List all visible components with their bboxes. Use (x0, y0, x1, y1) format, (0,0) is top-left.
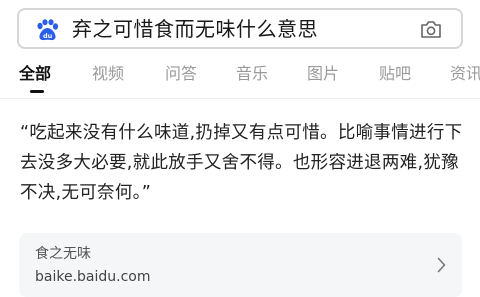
search-input[interactable]: 弃之可惜食而无味什么意思 (72, 17, 318, 41)
tab-video[interactable]: 视频 (92, 64, 124, 84)
baidu-paw-icon: du (37, 19, 59, 41)
chevron-right-icon (437, 257, 446, 273)
tab-all[interactable]: 全部 (19, 64, 51, 84)
search-bar[interactable]: du 弃之可惜食而无味什么意思 (17, 8, 463, 49)
tab-tieba[interactable]: 贴吧 (379, 64, 411, 84)
divider (0, 98, 480, 99)
source-title: 食之无味 (35, 246, 91, 262)
tab-news[interactable]: 资讯 (450, 64, 480, 84)
source-url: baike.baidu.com (35, 269, 151, 285)
camera-icon[interactable] (420, 20, 442, 39)
svg-text:du: du (43, 32, 53, 40)
active-tab-indicator (30, 90, 44, 93)
tab-music[interactable]: 音乐 (236, 64, 268, 84)
answer-text: “吃起来没有什么味道,扔掉又有点可惜。比喻事情进行下去没多大必要,就此放手又舍不… (20, 123, 463, 203)
tab-images[interactable]: 图片 (307, 64, 339, 84)
tab-qa[interactable]: 问答 (165, 64, 197, 84)
source-card[interactable]: 食之无味 baike.baidu.com (19, 233, 462, 297)
search-tabs: 全部 视频 问答 音乐 图片 贴吧 资讯 (0, 62, 480, 98)
